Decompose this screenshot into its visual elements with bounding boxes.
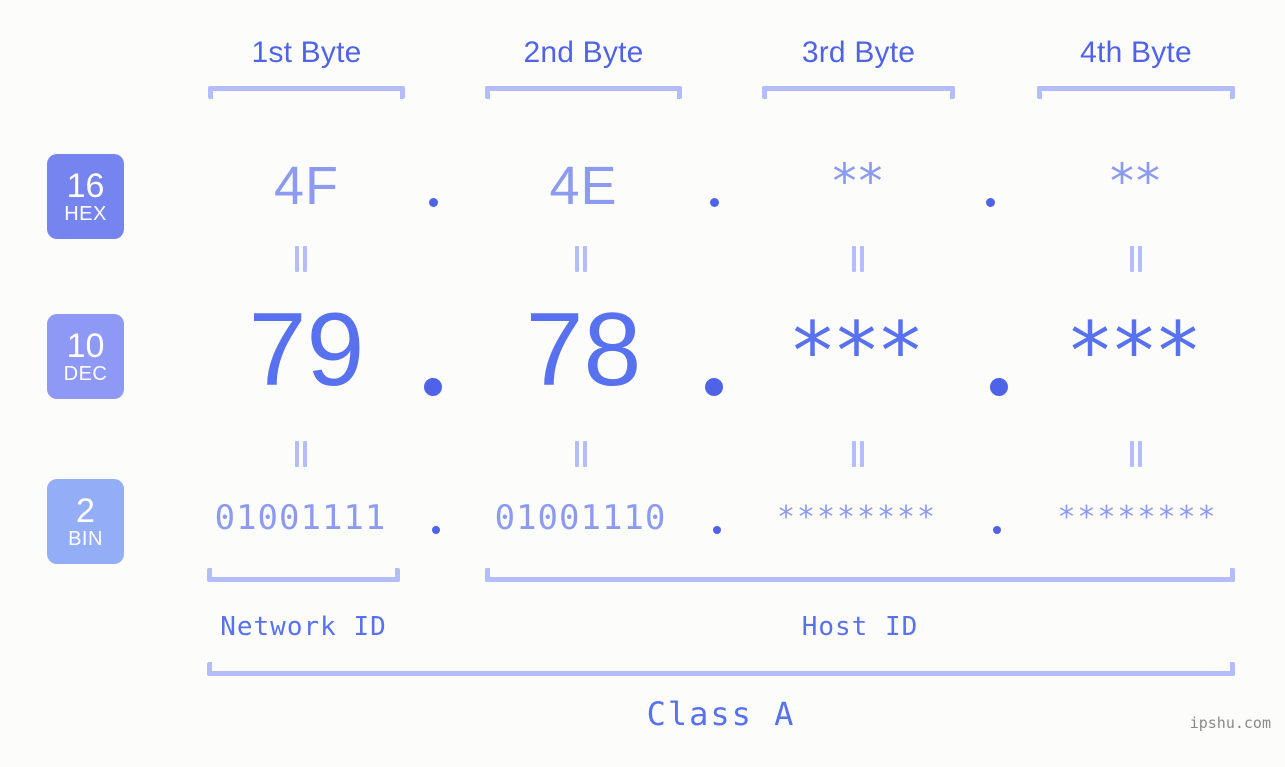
radix-badge-dec-name: DEC [63,362,108,385]
radix-badge-hex-number: 16 [66,166,105,205]
radix-badge-bin: 2 BIN [47,479,124,564]
bin-byte-4: ******** [1059,500,1219,535]
dec-byte-1: 79 [248,292,365,408]
host-id-bracket [485,568,1235,582]
radix-badge-bin-name: BIN [68,527,103,550]
radix-badge-bin-number: 2 [76,491,95,530]
network-id-bracket [207,568,400,582]
bin-dot-separator-3 [993,526,1001,534]
bin-byte-2: 01001110 [494,498,667,538]
equals-mark-1-3 [851,246,865,272]
dec-byte-4: *** [1070,305,1202,398]
dec-dot-separator-2 [705,378,723,396]
bin-dot-separator-1 [432,526,440,534]
dec-dot-separator-1 [424,378,442,396]
bin-dot-separator-2 [713,526,721,534]
byte-bracket-4 [1037,86,1235,99]
network-id-label: Network ID [220,612,387,642]
hex-dot-separator-2 [710,198,719,207]
class-label: Class A [646,695,796,733]
hex-byte-4: ** [1110,154,1162,210]
equals-mark-2-1 [294,441,308,467]
byte-bracket-1 [208,86,405,99]
ip-address-breakdown-diagram: 1st Byte 2nd Byte 3rd Byte 4th Byte 16 H… [0,0,1285,767]
hex-dot-separator-3 [986,198,995,207]
byte-header-1: 1st Byte [251,36,362,69]
site-watermark: ipshu.com [1189,714,1271,732]
byte-bracket-3 [762,86,955,99]
byte-header-2: 2nd Byte [523,36,644,69]
equals-mark-2-4 [1129,441,1143,467]
byte-header-3: 3rd Byte [801,36,916,69]
bin-byte-1: 01001111 [214,498,387,538]
dec-byte-3: *** [792,305,925,398]
radix-badge-dec: 10 DEC [47,314,124,399]
hex-byte-3: ** [832,154,885,210]
equals-mark-1-2 [574,246,588,272]
class-bracket [207,662,1235,676]
equals-mark-2-2 [574,441,588,467]
hex-dot-separator-1 [429,198,438,207]
equals-mark-2-3 [851,441,865,467]
dec-byte-2: 78 [525,292,642,408]
dec-dot-separator-3 [990,378,1008,396]
bin-byte-3: ******** [778,500,939,535]
hex-byte-1: 4F [273,156,340,216]
radix-badge-hex: 16 HEX [47,154,124,239]
hex-byte-2: 4E [549,156,618,216]
byte-bracket-2 [485,86,682,99]
host-id-label: Host ID [801,612,919,642]
radix-badge-hex-name: HEX [64,202,107,225]
radix-badge-dec-number: 10 [66,326,105,365]
equals-mark-1-4 [1129,246,1143,272]
byte-header-4: 4th Byte [1080,36,1192,69]
equals-mark-1-1 [294,246,308,272]
